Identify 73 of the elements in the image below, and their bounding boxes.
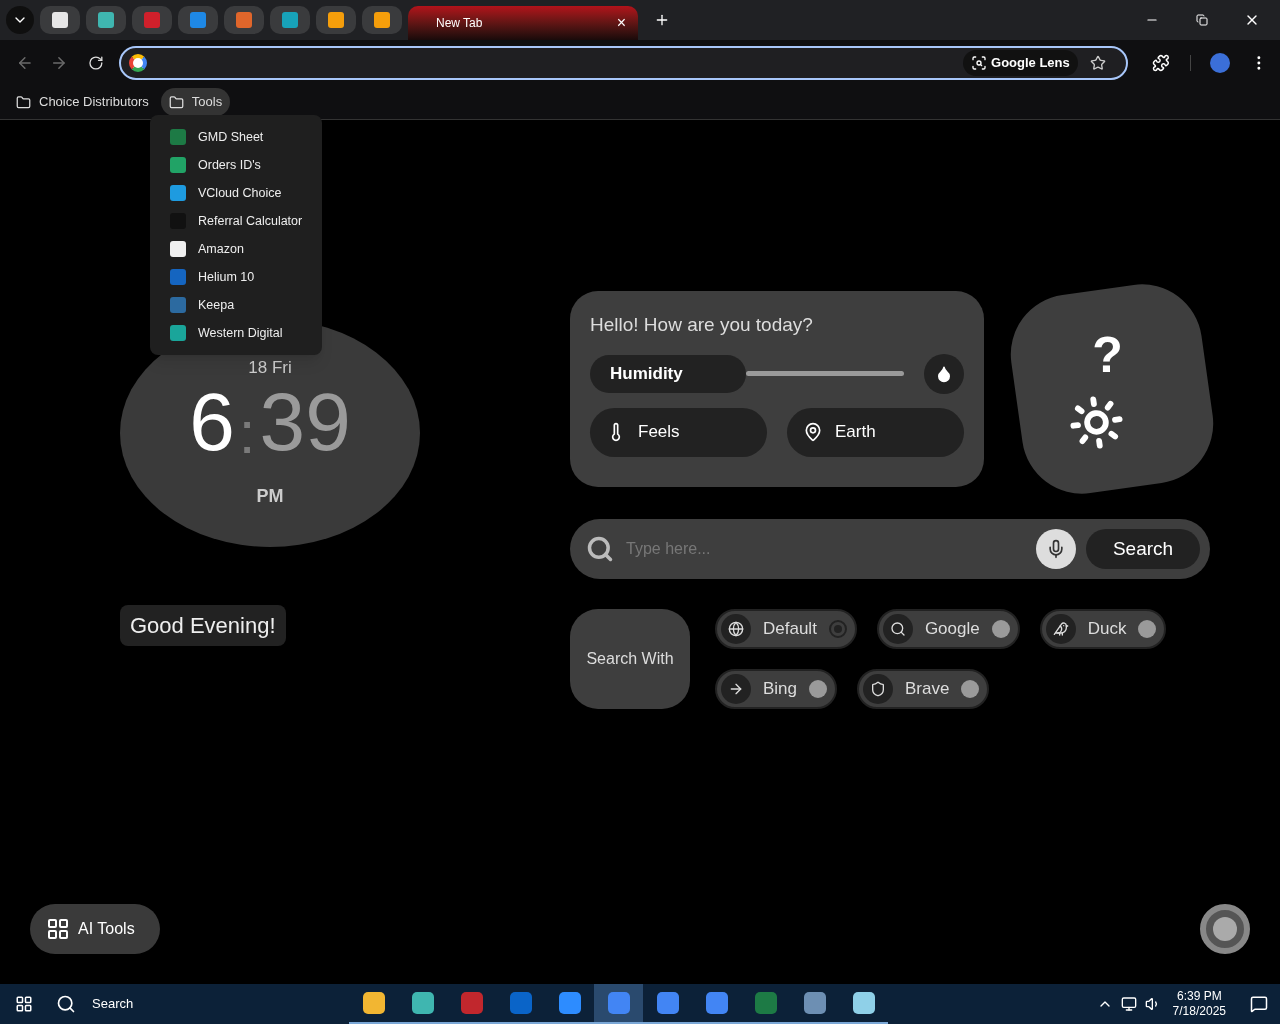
assistant-button[interactable] — [1200, 904, 1250, 954]
search-engine-option[interactable]: Duck — [1039, 609, 1167, 649]
pinned-tab[interactable] — [270, 6, 310, 34]
plus-icon — [654, 12, 670, 28]
network-icon[interactable] — [1120, 996, 1137, 1012]
radio-button[interactable] — [961, 680, 980, 698]
radio-button[interactable] — [809, 680, 828, 698]
taskbar-search[interactable]: Search — [48, 994, 348, 1014]
pinned-tab[interactable] — [316, 6, 356, 34]
search-engine-option[interactable]: Google — [876, 609, 1020, 649]
menu-item[interactable]: Amazon — [150, 235, 322, 263]
pinned-tab[interactable] — [86, 6, 126, 34]
search-engine-option[interactable]: Default — [715, 609, 857, 649]
feels-label: Feels — [638, 421, 680, 444]
pinned-tab[interactable] — [362, 6, 402, 34]
lens-button[interactable]: Google Lens — [963, 49, 1078, 76]
greeting: Good Evening! — [120, 605, 286, 646]
folder-icon — [168, 94, 184, 110]
reload-icon[interactable] — [87, 54, 104, 71]
humidity-label: Humidity — [590, 354, 746, 393]
tab-title: New Tab — [436, 15, 484, 32]
menu-item[interactable]: Referral Calculator — [150, 207, 322, 235]
folder-icon — [16, 94, 31, 110]
clock-hours: 6 — [189, 380, 235, 463]
clock-period: PM — [256, 484, 284, 508]
search-icon — [56, 994, 76, 1014]
map-pin-icon — [803, 422, 823, 442]
pinned-tab[interactable] — [40, 6, 80, 34]
search-with-label: Search With — [570, 609, 690, 709]
menu-item[interactable]: VCloud Choice — [150, 179, 322, 207]
radio-button[interactable] — [828, 620, 847, 638]
search-icon — [586, 535, 614, 563]
taskbar-time: 6:39 PM — [1176, 989, 1222, 1004]
bookmark-star-icon[interactable] — [1089, 54, 1106, 71]
ai-tools-button[interactable]: AI Tools — [30, 904, 160, 954]
lens-icon — [971, 54, 987, 71]
tab-search-button[interactable] — [6, 6, 34, 34]
profile-avatar[interactable] — [1210, 52, 1231, 73]
search-button[interactable]: Search — [1086, 529, 1200, 569]
microphone-button[interactable] — [1036, 529, 1076, 569]
condition-text: ? — [1092, 330, 1123, 381]
menu-item[interactable]: Orders ID's — [150, 151, 322, 179]
menu-item[interactable]: Helium 10 — [150, 263, 322, 291]
search-input[interactable]: Type here... — [626, 537, 1036, 561]
address-field[interactable]: Google Lens — [119, 45, 1128, 80]
grid-icon — [46, 917, 70, 941]
clock-date: 18 Fri — [248, 357, 292, 379]
microphone-icon — [1046, 539, 1066, 559]
search-engine-option[interactable]: Bing — [715, 669, 838, 709]
taskbar-date: 7/18/2025 — [1172, 1004, 1226, 1019]
location-label: Earth — [835, 421, 876, 444]
google-icon — [129, 53, 148, 72]
menu-item[interactable]: Western Digital — [150, 319, 322, 347]
shield-icon — [863, 674, 894, 704]
menu-item[interactable]: Keepa — [150, 291, 322, 319]
extensions-icon[interactable] — [1151, 53, 1170, 72]
restore-icon — [1196, 14, 1208, 26]
duck-icon — [1045, 614, 1076, 644]
radio-button[interactable] — [1138, 620, 1157, 638]
bookmark-folder[interactable]: Tools — [160, 88, 231, 116]
menu-item[interactable]: GMD Sheet — [150, 123, 322, 151]
search-engine-option[interactable]: Brave — [857, 669, 990, 709]
tab-close-button[interactable]: × — [616, 15, 626, 31]
globe-icon — [721, 614, 751, 644]
browser-tab[interactable]: New Tab × — [408, 6, 638, 40]
radio-button[interactable] — [991, 620, 1010, 638]
clock-minutes: 39 — [259, 380, 351, 463]
clock-separator: : — [238, 402, 256, 463]
weather-greeting: Hello! How are you today? — [590, 313, 814, 337]
notifications-icon[interactable] — [1250, 995, 1268, 1013]
search-field[interactable]: Type here... Search — [570, 519, 1210, 579]
droplet-icon — [924, 353, 964, 394]
bookmark-folder[interactable]: Choice Distributors — [8, 88, 157, 116]
